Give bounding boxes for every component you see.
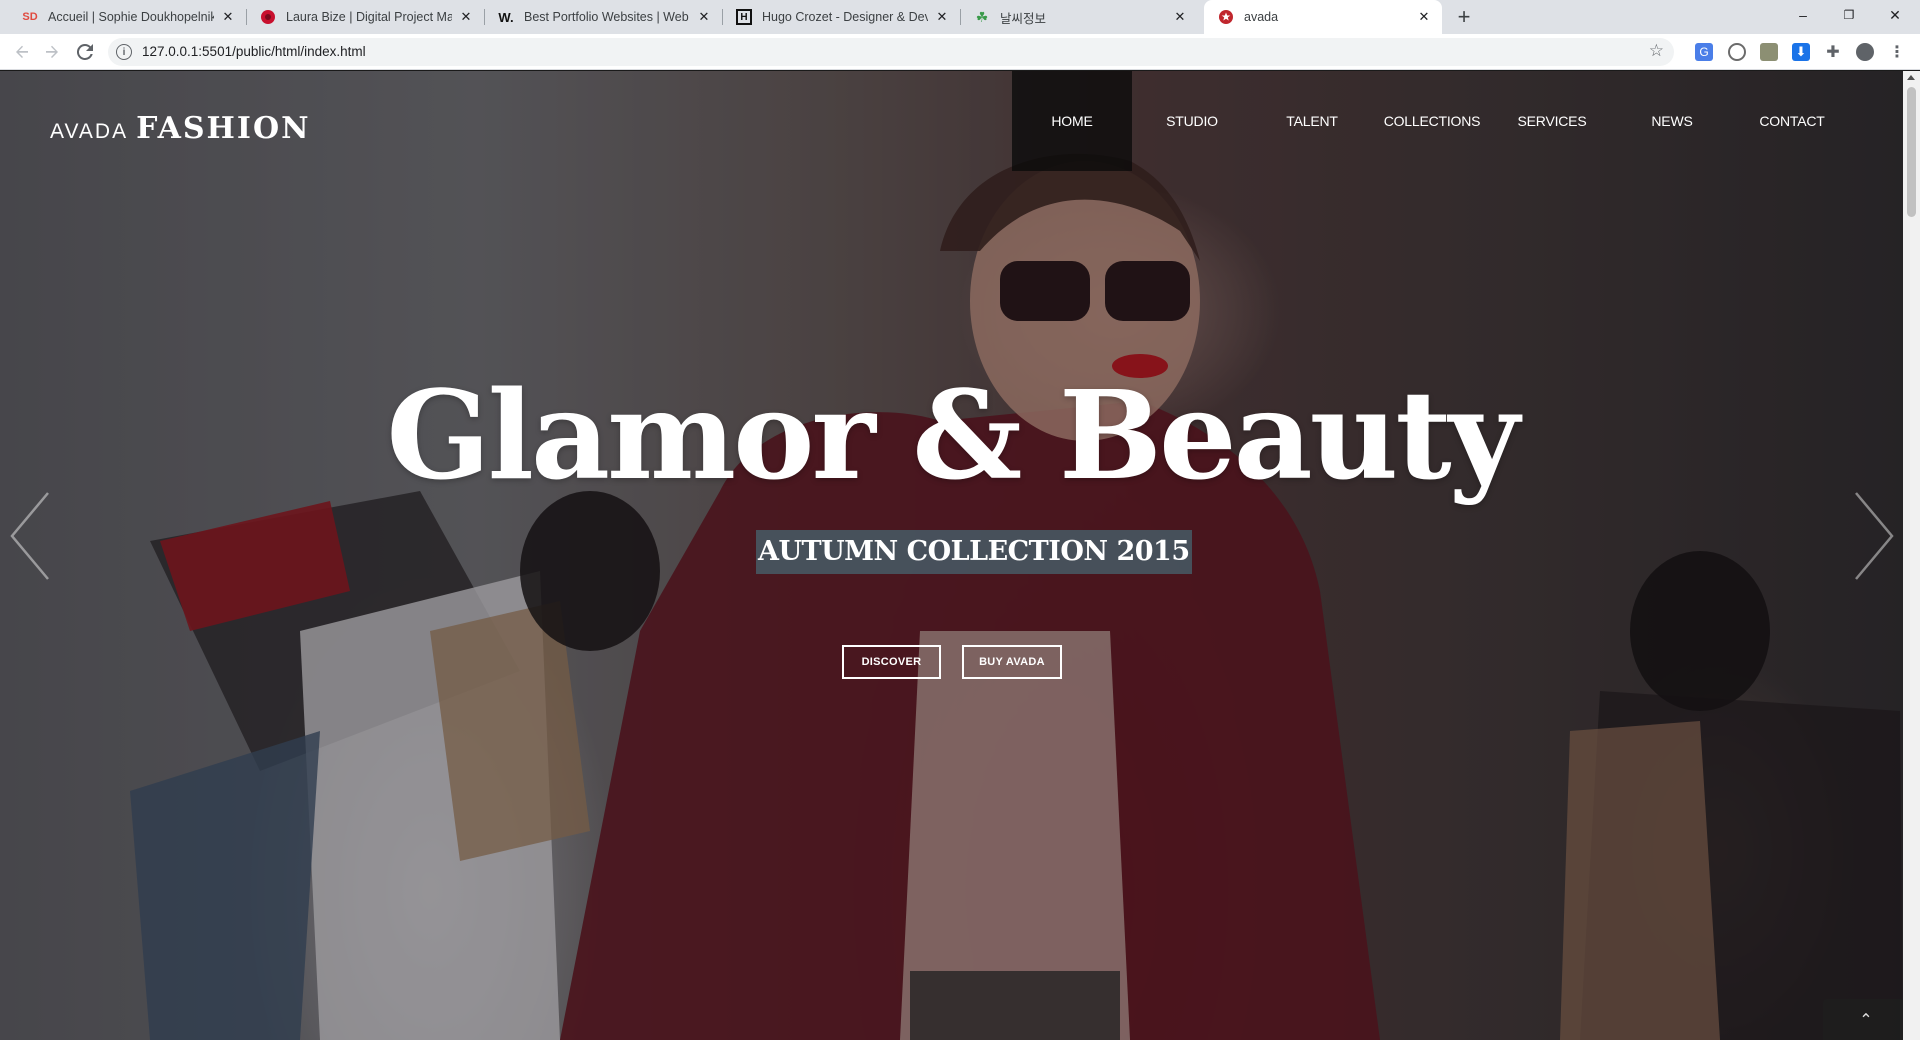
reload-button[interactable]	[73, 40, 97, 64]
site-logo[interactable]: AVADA FASHION	[50, 111, 311, 146]
logo-light-text: AVADA	[50, 120, 129, 143]
arrow-up-icon: ⌃	[1859, 1011, 1873, 1029]
close-icon[interactable]: ✕	[458, 9, 474, 25]
restore-button[interactable]: ❐	[1826, 0, 1872, 30]
close-icon[interactable]: ✕	[1172, 9, 1188, 25]
page-scrollbar[interactable]	[1903, 71, 1920, 1040]
reload-icon	[77, 44, 93, 60]
close-icon[interactable]: ✕	[1416, 9, 1432, 25]
slider-next-button[interactable]	[1852, 491, 1896, 581]
hero-headline: Glamor & Beauty	[386, 363, 1519, 507]
chevron-left-icon	[10, 492, 49, 580]
close-icon[interactable]: ✕	[220, 9, 236, 25]
nav-item-collections[interactable]: COLLECTIONS	[1372, 71, 1492, 171]
extension-globe-icon[interactable]	[1728, 43, 1746, 61]
tab-title: avada	[1244, 10, 1279, 24]
forward-button[interactable]	[40, 40, 64, 64]
hero-subheadline: AUTUMN COLLECTION 2015	[756, 530, 1192, 574]
nav-item-services[interactable]: SERVICES	[1492, 71, 1612, 171]
nav-item-studio[interactable]: STUDIO	[1132, 71, 1252, 171]
browser-tab[interactable]: SD Accueil | Sophie Doukhopelniko ✕	[8, 0, 247, 34]
tab-favicon: H	[736, 9, 752, 25]
scrollbar-thumb[interactable]	[1907, 87, 1916, 217]
arrow-left-icon	[16, 45, 28, 58]
slider-prev-button[interactable]	[8, 491, 52, 581]
menu-icon[interactable]: ⋮	[1888, 43, 1906, 61]
nav-item-news[interactable]: NEWS	[1612, 71, 1732, 171]
hero-section: AVADA FASHION HOME STUDIO TALENT COLLECT…	[0, 71, 1903, 1040]
url-text[interactable]: 127.0.0.1:5501/public/html/index.html	[142, 44, 366, 59]
tab-title: Laura Bize | Digital Project Man	[286, 10, 452, 24]
back-to-top-button[interactable]: ⌃	[1823, 999, 1903, 1040]
close-icon[interactable]: ✕	[696, 9, 712, 25]
browser-tab-active[interactable]: avada ✕	[1204, 0, 1442, 34]
download-icon[interactable]: ⬇	[1792, 43, 1810, 61]
tab-favicon: ☘	[975, 8, 989, 25]
new-tab-button[interactable]: +	[1452, 4, 1476, 29]
browser-tab[interactable]: H Hugo Crozet - Designer & Deve ✕	[722, 0, 961, 34]
tab-favicon: W.	[498, 9, 514, 25]
nav-item-home[interactable]: HOME	[1012, 71, 1132, 171]
window-close-button[interactable]: ✕	[1872, 0, 1918, 30]
tab-title: Accueil | Sophie Doukhopelniko	[48, 10, 214, 24]
main-navigation: HOME STUDIO TALENT COLLECTIONS SERVICES …	[1012, 71, 1852, 171]
translate-icon[interactable]: G	[1695, 43, 1713, 61]
minimize-button[interactable]: –	[1780, 0, 1826, 30]
chevron-right-icon	[1855, 492, 1894, 580]
arrow-right-icon	[46, 45, 58, 58]
tab-title: 날씨정보	[1000, 11, 1047, 26]
back-button[interactable]	[10, 40, 34, 64]
tab-favicon: SD	[22, 11, 38, 23]
logo-bold-text: FASHION	[136, 111, 311, 146]
nav-item-contact[interactable]: CONTACT	[1732, 71, 1852, 171]
tab-favicon	[260, 9, 276, 25]
browser-tab[interactable]: W. Best Portfolio Websites | Web D ✕	[484, 0, 723, 34]
info-icon[interactable]: i	[116, 44, 132, 60]
image-extension-icon[interactable]	[1760, 43, 1778, 61]
close-icon[interactable]: ✕	[934, 9, 950, 25]
address-bar[interactable]: i 127.0.0.1:5501/public/html/index.html …	[108, 38, 1674, 66]
extension-icon[interactable]: ✚	[1824, 43, 1842, 61]
star-icon[interactable]: ☆	[1649, 41, 1664, 61]
tab-title: Hugo Crozet - Designer & Deve	[762, 10, 928, 24]
profile-icon[interactable]	[1856, 43, 1874, 61]
tab-favicon	[1218, 9, 1234, 25]
discover-button[interactable]: DISCOVER	[842, 645, 941, 679]
tab-title: Best Portfolio Websites | Web D	[524, 10, 690, 24]
browser-tab[interactable]: Laura Bize | Digital Project Man ✕	[246, 0, 485, 34]
browser-tab[interactable]: ☘ 날씨정보 ✕	[960, 0, 1198, 34]
browser-toolbar: i 127.0.0.1:5501/public/html/index.html …	[0, 34, 1920, 70]
browser-tab-strip: SD Accueil | Sophie Doukhopelniko ✕ Laur…	[0, 0, 1920, 34]
buy-avada-button[interactable]: BUY AVADA	[962, 645, 1062, 679]
nav-item-talent[interactable]: TALENT	[1252, 71, 1372, 171]
scroll-up-icon[interactable]	[1907, 75, 1915, 80]
